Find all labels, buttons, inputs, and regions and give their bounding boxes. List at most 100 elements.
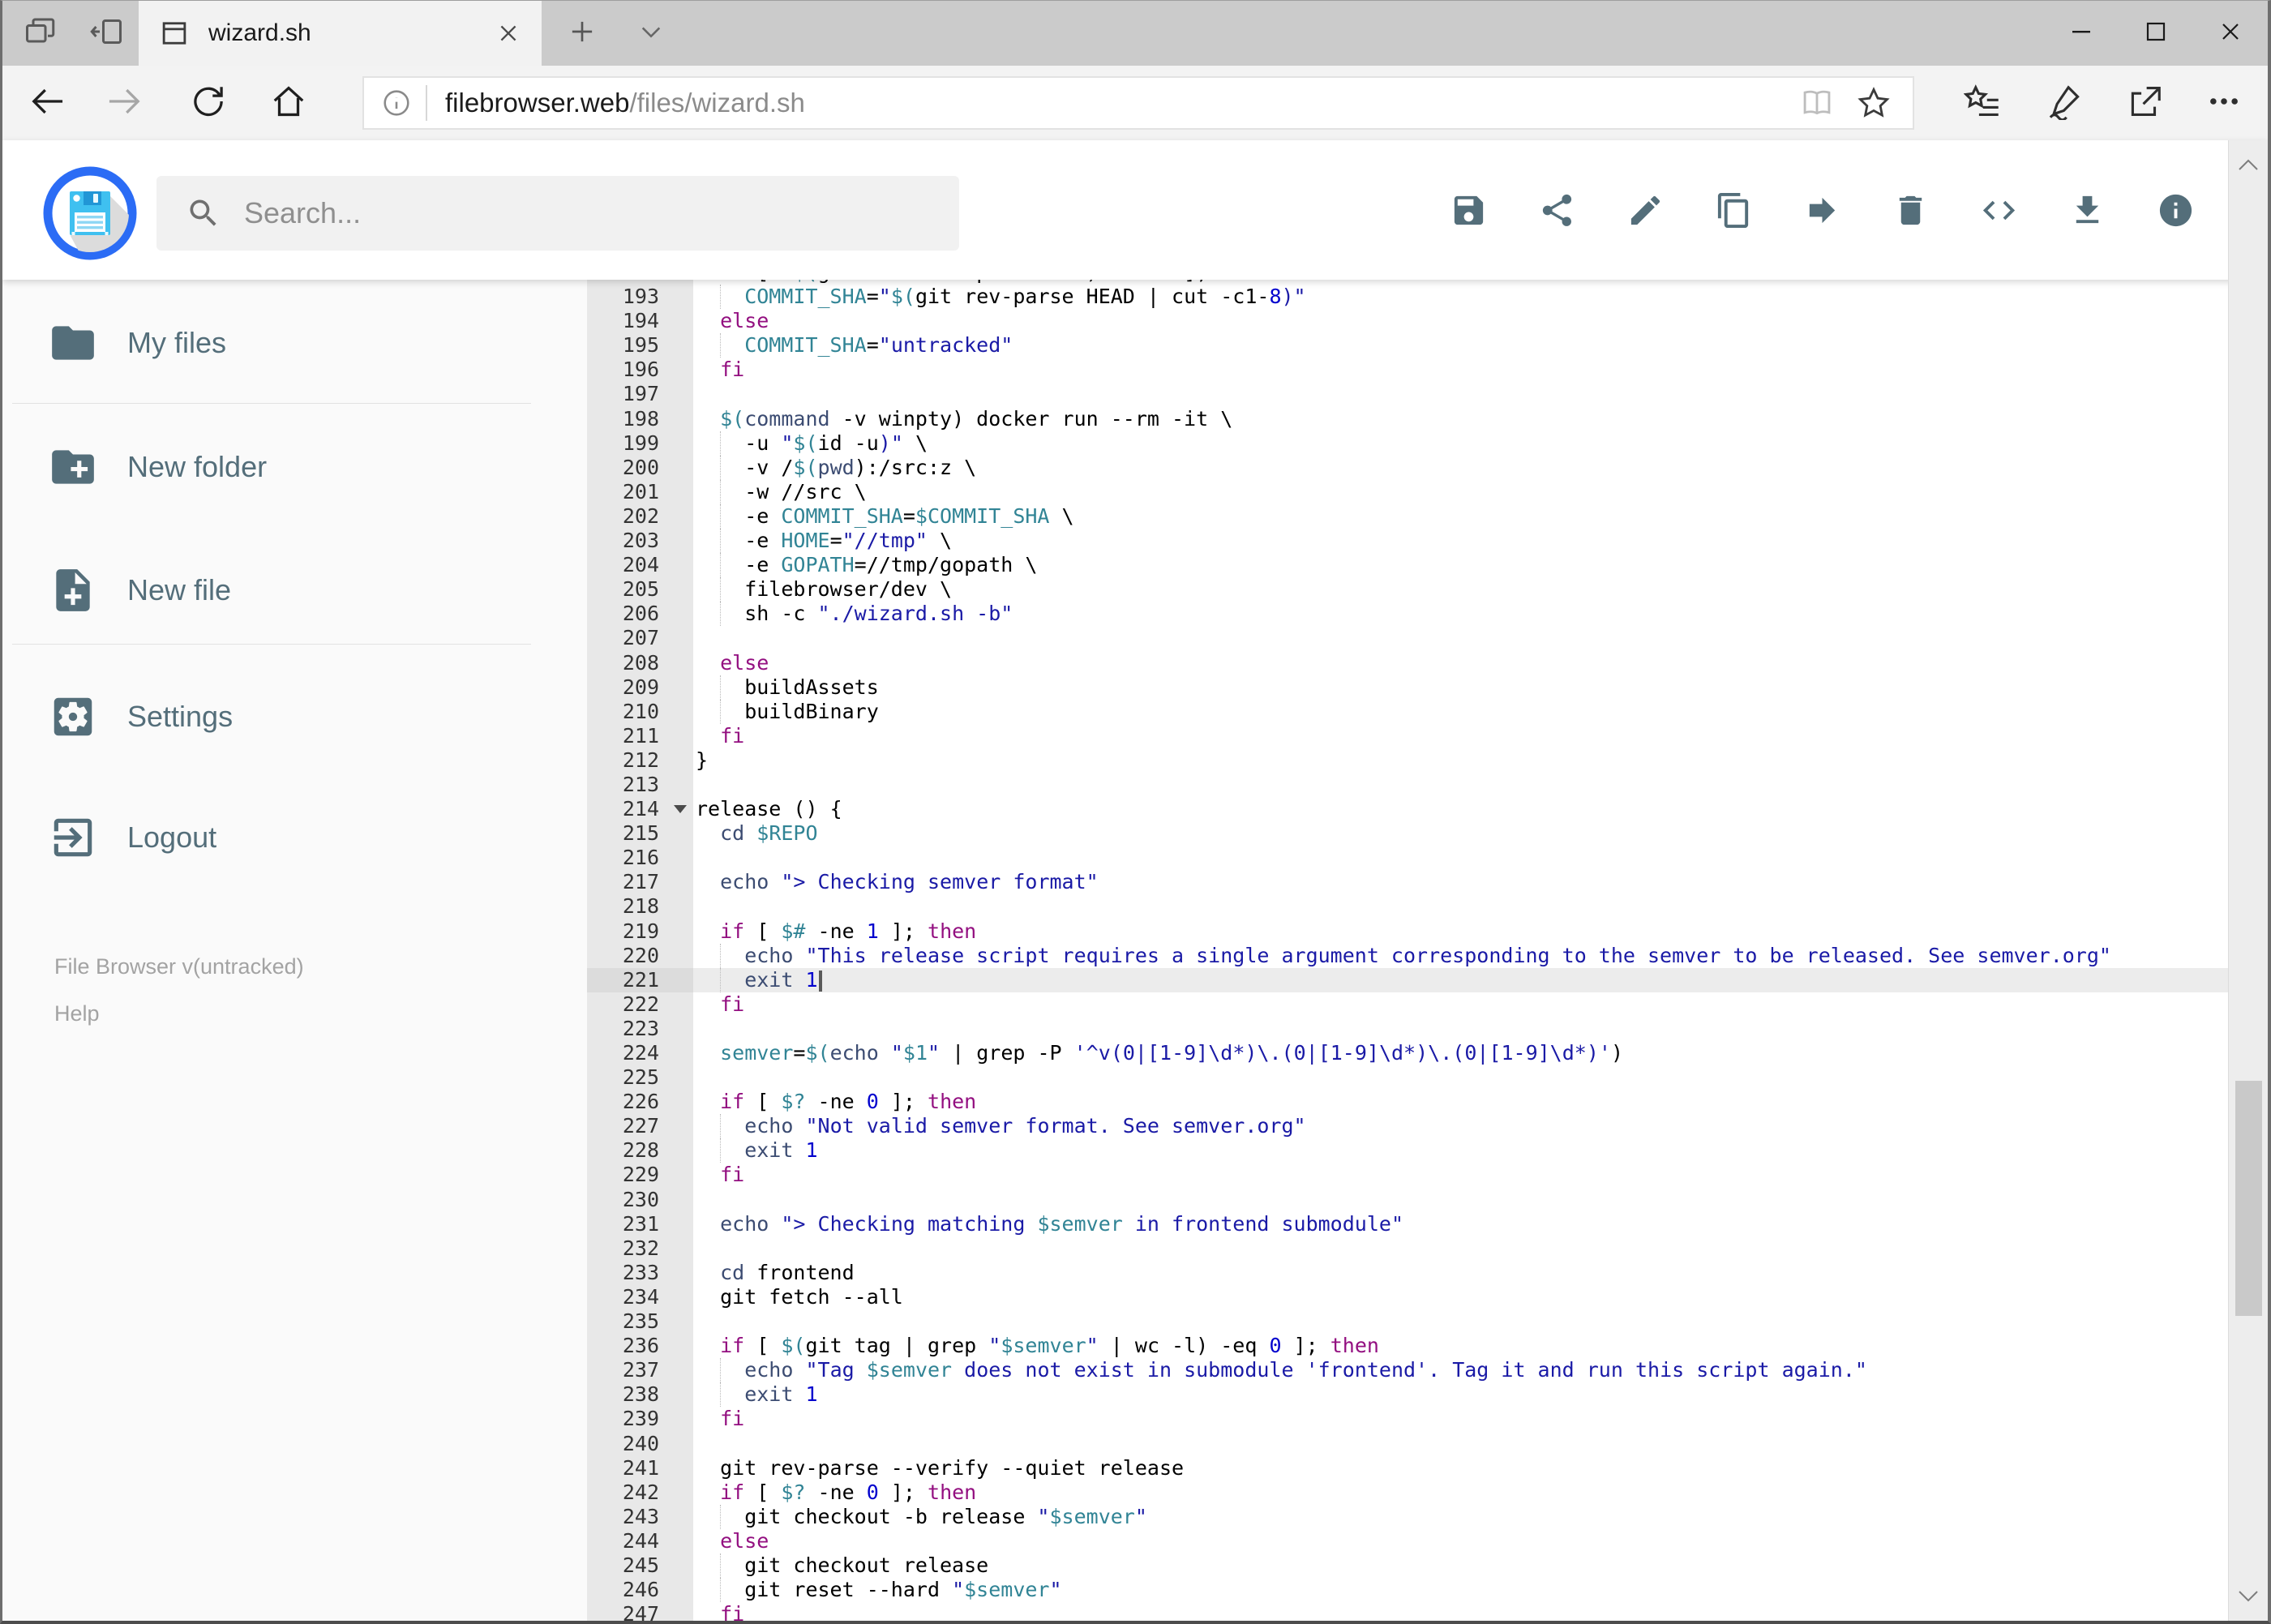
gutter-line-number[interactable]: 216 (587, 846, 693, 870)
gutter-line-number[interactable]: 243 (587, 1505, 693, 1529)
gutter-line-number[interactable]: 237 (587, 1358, 693, 1382)
code-line[interactable]: buildAssets (693, 675, 2228, 700)
forward-button[interactable] (92, 66, 156, 140)
url-text[interactable]: filebrowser.web/files/wizard.sh (445, 88, 1799, 118)
code-line[interactable]: } (693, 748, 2228, 773)
gutter-line-number[interactable]: 212 (587, 748, 693, 773)
code-line[interactable]: -w //src \ (693, 479, 2228, 504)
gutter-line-number[interactable]: 219 (587, 919, 693, 944)
url-bar[interactable]: filebrowser.web/files/wizard.sh (362, 76, 1914, 130)
raw-code-button[interactable] (1980, 191, 2018, 229)
gutter-line-number[interactable]: 204 (587, 553, 693, 577)
gutter-line-number[interactable]: 236 (587, 1334, 693, 1358)
code-line[interactable] (693, 846, 2228, 870)
gutter-line-number[interactable]: 239 (587, 1407, 693, 1431)
gutter-line-number[interactable]: 244 (587, 1529, 693, 1553)
annotate-button[interactable] (2033, 66, 2097, 140)
close-window-button[interactable] (2193, 1, 2268, 66)
gutter-line-number[interactable]: 247 (587, 1602, 693, 1621)
gutter-line-number[interactable]: 228 (587, 1138, 693, 1163)
code-line[interactable] (693, 1188, 2228, 1212)
code-line[interactable]: git checkout release (693, 1553, 2228, 1579)
code-line[interactable]: fi (693, 992, 2228, 1017)
code-line[interactable]: git fetch --all (693, 1285, 2228, 1309)
code-line[interactable]: echo "> Checking matching $semver in fro… (693, 1212, 2228, 1236)
code-line[interactable] (693, 894, 2228, 919)
code-line[interactable]: if [ $? -ne 0 ]; then (693, 1480, 2228, 1505)
gutter-line-number[interactable]: 233 (587, 1261, 693, 1285)
help-link[interactable]: Help (54, 1001, 100, 1026)
gutter-line-number[interactable]: 200 (587, 456, 693, 480)
code-line[interactable]: else (693, 309, 2228, 333)
code-line[interactable]: else (693, 651, 2228, 675)
code-line[interactable]: fi (693, 724, 2228, 748)
gutter-line-number[interactable]: 218 (587, 894, 693, 919)
gutter-line-number[interactable]: 196 (587, 358, 693, 382)
refresh-button[interactable] (176, 66, 241, 140)
gutter-line-number[interactable]: 240 (587, 1432, 693, 1456)
code-line[interactable] (693, 773, 2228, 797)
delete-button[interactable] (1892, 191, 1930, 229)
code-line[interactable]: -u "$(id -u)" \ (693, 431, 2228, 456)
info-button[interactable] (2157, 191, 2195, 229)
code-line[interactable] (693, 1236, 2228, 1261)
gutter-line-number[interactable]: 238 (587, 1382, 693, 1407)
code-line[interactable]: echo "This release script requires a sin… (693, 943, 2228, 968)
move-button[interactable] (1803, 191, 1841, 229)
code-line[interactable] (693, 1017, 2228, 1041)
gutter-line-number[interactable]: 231 (587, 1212, 693, 1236)
code-line[interactable]: exit 1 (693, 1138, 2228, 1163)
code-line[interactable]: else (693, 1529, 2228, 1553)
code-line[interactable] (693, 1309, 2228, 1334)
code-line[interactable]: -v /$(pwd):/src:z \ (693, 455, 2228, 480)
gutter-line-number[interactable]: 211 (587, 724, 693, 748)
gutter-line-number[interactable]: 241 (587, 1456, 693, 1480)
gutter-line-number[interactable]: 201 (587, 480, 693, 504)
code-line[interactable]: git checkout -b release "$semver" (693, 1504, 2228, 1529)
set-tabs-aside-button[interactable] (74, 1, 140, 66)
fold-arrow-icon[interactable] (674, 805, 687, 814)
code-line[interactable] (693, 1432, 2228, 1456)
code-line[interactable]: sh -c "./wizard.sh -b" (693, 602, 2228, 627)
filebrowser-logo[interactable] (43, 166, 137, 260)
sidebar-item-new-file[interactable]: New file (48, 563, 231, 617)
tab-preview-button[interactable] (7, 1, 74, 66)
code-line[interactable]: cd frontend (693, 1261, 2228, 1285)
download-button[interactable] (2068, 191, 2106, 229)
gutter-line-number[interactable]: 234 (587, 1285, 693, 1309)
gutter-line-number[interactable]: 205 (587, 577, 693, 602)
share-file-button[interactable] (1538, 191, 1576, 229)
gutter-line-number[interactable]: 225 (587, 1065, 693, 1090)
close-tab-icon[interactable] (496, 21, 521, 45)
gutter-line-number[interactable]: 224 (587, 1041, 693, 1065)
code-line[interactable]: filebrowser/dev \ (693, 577, 2228, 602)
gutter-line-number[interactable]: 245 (587, 1553, 693, 1578)
code-line[interactable]: echo "> Checking semver format" (693, 870, 2228, 894)
share-button[interactable] (2113, 66, 2178, 140)
gutter-line-number[interactable]: 215 (587, 821, 693, 846)
reading-view-icon[interactable] (1799, 85, 1835, 121)
gutter-line-number[interactable]: 193 (587, 285, 693, 309)
gutter-line-number[interactable]: 194 (587, 309, 693, 333)
code-line[interactable]: -e GOPATH=//tmp/gopath \ (693, 553, 2228, 578)
gutter-line-number[interactable]: 210 (587, 700, 693, 724)
gutter-line-number[interactable]: 209 (587, 675, 693, 700)
code-line[interactable]: -e HOME="//tmp" \ (693, 529, 2228, 554)
page-scrollbar[interactable] (2228, 140, 2268, 1621)
gutter-line-number[interactable]: 230 (587, 1188, 693, 1212)
sidebar-item-new-folder[interactable]: New folder (48, 440, 267, 494)
hub-button[interactable] (1950, 66, 2015, 140)
copy-button[interactable] (1715, 191, 1753, 229)
sidebar-item-settings[interactable]: Settings (48, 690, 233, 743)
code-line[interactable]: if [ $(git tag | grep "$semver" | wc -l)… (693, 1334, 2228, 1358)
code-line[interactable]: fi (693, 1602, 2228, 1621)
code-line[interactable]: if [ $# -ne 1 ]; then (693, 919, 2228, 944)
gutter-line-number[interactable]: 232 (587, 1236, 693, 1261)
search-input[interactable]: Search... (156, 176, 959, 251)
rename-button[interactable] (1626, 191, 1665, 229)
more-button[interactable] (2192, 66, 2256, 140)
code-editor[interactable]: 1921931941951961971981992002012022032042… (587, 280, 2228, 1621)
gutter-line-number[interactable]: 222 (587, 992, 693, 1017)
save-button[interactable] (1450, 191, 1488, 229)
code-line[interactable]: COMMIT_SHA="$(git rev-parse HEAD | cut -… (693, 285, 2228, 310)
